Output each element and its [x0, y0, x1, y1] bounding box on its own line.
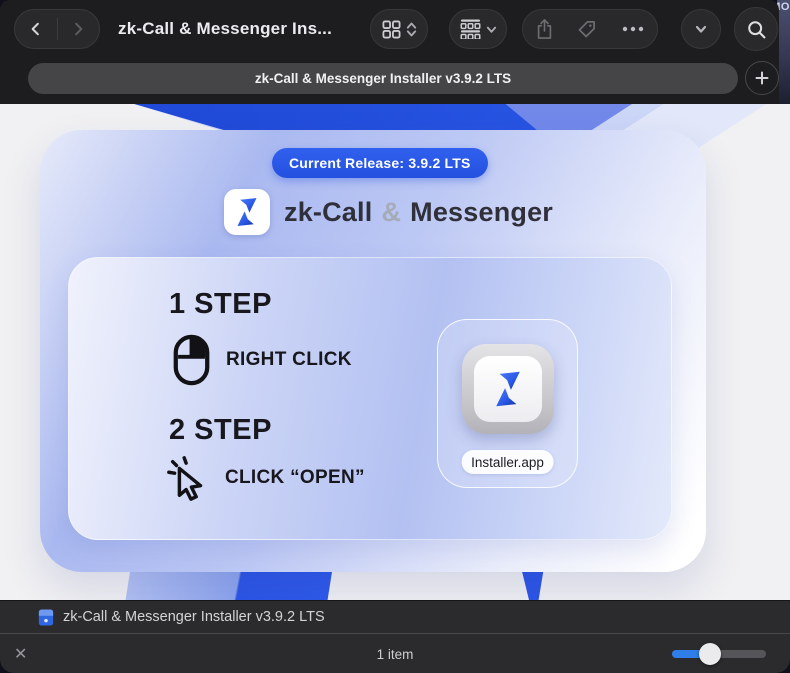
slider-thumb[interactable]	[699, 643, 721, 665]
disk-image-icon	[38, 608, 54, 627]
back-icon	[27, 20, 45, 38]
step-2-action: CLICK “OPEN”	[225, 467, 365, 489]
finder-window: MO zk-Call & Messenger Ins...	[0, 0, 790, 673]
search-icon	[746, 19, 767, 40]
app-title: zk-Call&Messenger	[284, 197, 553, 228]
toolbar-overflow-button[interactable]	[681, 9, 721, 49]
installer-app-icon	[474, 356, 542, 422]
group-by-icon	[460, 19, 481, 39]
banner-bottom-decoration	[125, 568, 332, 600]
installer-hero-card: Current Release: 3.9.2 LTS zk-Call	[40, 130, 706, 572]
close-icon[interactable]: ✕	[14, 634, 27, 673]
status-bar: zk-Call & Messenger Installer v3.9.2 LTS	[0, 600, 790, 633]
volume-name: zk-Call & Messenger Installer v3.9.2 LTS	[63, 609, 325, 625]
add-tab-button[interactable]	[745, 61, 779, 95]
instructions-panel: 1 STEP RIGHT CLICK 2 STEP	[68, 257, 672, 540]
installer-app-label: Installer.app	[461, 450, 554, 474]
chevron-up-down-icon	[406, 21, 417, 38]
app-logo-icon	[224, 189, 270, 235]
step-1-title: 1 STEP	[169, 288, 272, 321]
icon-view-icon	[382, 20, 401, 39]
window-title: zk-Call & Messenger Ins...	[118, 0, 332, 57]
banner-bottom-wedge	[519, 568, 546, 600]
icon-size-slider[interactable]	[672, 650, 766, 658]
group-by-button[interactable]	[449, 9, 507, 49]
step-1-action: RIGHT CLICK	[226, 349, 352, 371]
step-1-row: RIGHT CLICK	[173, 334, 352, 386]
more-button[interactable]	[621, 25, 645, 33]
mouse-right-click-icon	[173, 334, 210, 386]
view-options-button[interactable]	[370, 9, 428, 49]
volume-breadcrumb: zk-Call & Messenger Installer v3.9.2 LTS	[38, 608, 325, 627]
share-button[interactable]	[535, 18, 554, 40]
path-bar[interactable]: zk-Call & Messenger Installer v3.9.2 LTS	[28, 63, 738, 94]
tag-button[interactable]	[577, 19, 597, 39]
finder-content-area: Current Release: 3.9.2 LTS zk-Call	[0, 104, 790, 600]
release-badge: Current Release: 3.9.2 LTS	[272, 148, 488, 178]
cursor-click-icon	[165, 454, 213, 502]
step-2-title: 2 STEP	[169, 414, 272, 447]
chevron-down-icon	[486, 24, 497, 35]
actions-button-group	[522, 9, 658, 49]
installer-app-plate	[462, 344, 554, 434]
step-2-row: CLICK “OPEN”	[165, 454, 365, 502]
forward-button[interactable]	[58, 10, 100, 48]
back-button[interactable]	[15, 10, 57, 48]
forward-icon	[69, 20, 87, 38]
plus-icon	[754, 70, 770, 86]
navigation-buttons	[14, 9, 100, 49]
bottom-toolbar: 1 item ✕	[0, 633, 790, 673]
installer-app-tile[interactable]: Installer.app	[437, 319, 578, 488]
window-header: zk-Call & Messenger Ins...	[0, 0, 779, 104]
brand-row: zk-Call&Messenger	[224, 189, 553, 235]
chevron-down-icon	[694, 22, 708, 36]
search-button[interactable]	[734, 7, 778, 51]
